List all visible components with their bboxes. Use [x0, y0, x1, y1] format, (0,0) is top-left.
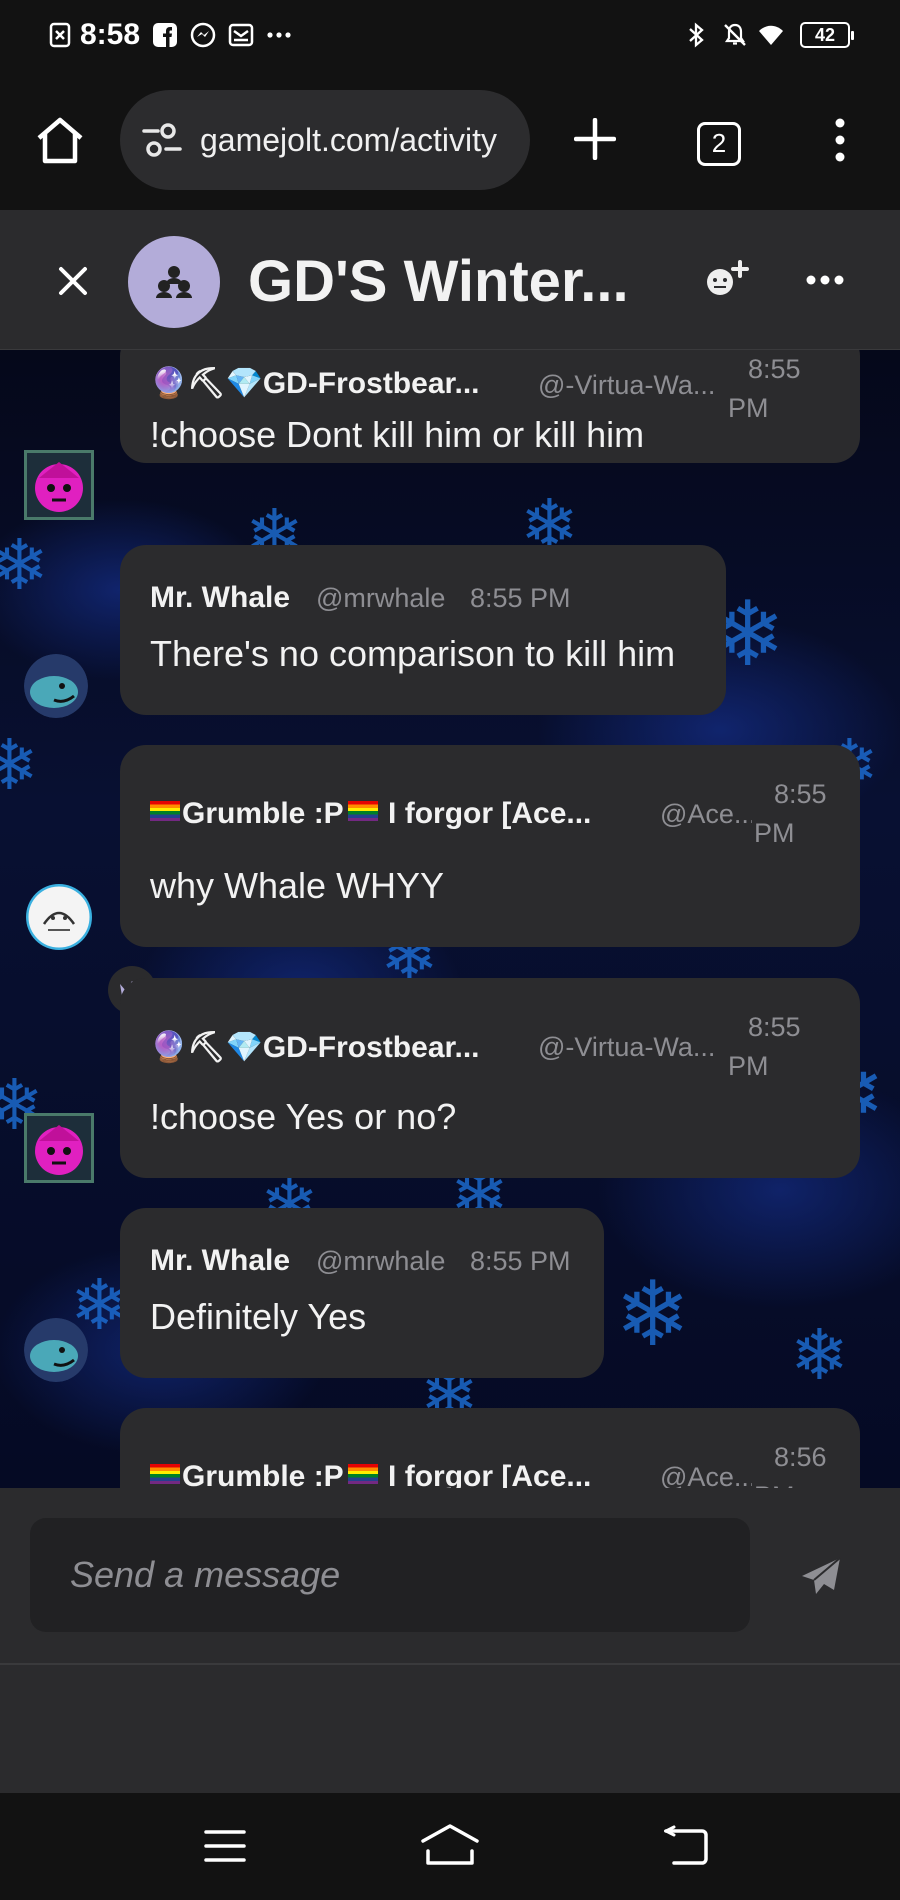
message-bubble[interactable]: 🔮⛏💎GD-Frostbear... @-Virtua-Wa... 8:55 PM… — [120, 978, 860, 1178]
recent-apps-icon[interactable] — [204, 1828, 246, 1864]
avatar[interactable] — [24, 1113, 94, 1183]
message-time: 8:55 PM — [470, 1246, 571, 1276]
message-author[interactable]: Grumble :P I forgor [Ace... — [150, 1460, 591, 1488]
status-bar: 8:58 42 — [0, 0, 900, 70]
send-icon[interactable] — [800, 1556, 842, 1596]
message-author[interactable]: Mr. Whale — [150, 581, 290, 615]
close-icon[interactable] — [58, 266, 88, 296]
bluetooth-icon — [689, 22, 704, 48]
message-input[interactable] — [30, 1518, 750, 1632]
pride-flag-icon — [150, 801, 180, 821]
avatar[interactable] — [24, 450, 94, 520]
message-time: 8:56PM — [754, 1442, 827, 1488]
message-text: There's no comparison to kill him — [150, 633, 676, 674]
message-bubble[interactable]: Grumble :P I forgor [Ace... @Ace... 8:55… — [120, 745, 860, 947]
address-bar[interactable]: gamejolt.com/activity — [120, 90, 530, 190]
message-bubble[interactable]: 🔮⛏💎GD-Frostbear... @-Virtua-Wa... 8:55 PM… — [120, 350, 860, 463]
message-handle[interactable]: @-Virtua-Wa... — [538, 370, 723, 401]
message-composer — [0, 1488, 900, 1665]
snowflake-decoration-icon: ❄ — [790, 1316, 849, 1394]
message-time: 8:55 PM — [754, 779, 827, 848]
add-member-icon[interactable] — [704, 260, 750, 300]
home-button-icon[interactable] — [420, 1823, 480, 1867]
pickaxe-icon: ⛏ — [187, 1031, 226, 1064]
url-text: gamejolt.com/activity — [200, 122, 497, 158]
message-time: 8:55 PM — [470, 583, 571, 613]
message-time: 8:55 PM — [728, 354, 801, 423]
message-author[interactable]: 🔮⛏💎GD-Frostbear... — [150, 366, 480, 401]
gem-icon: 💎 — [225, 367, 263, 400]
browser-toolbar: gamejolt.com/activity 2 — [0, 70, 900, 210]
battery-indicator: 42 — [800, 22, 854, 48]
avatar[interactable] — [24, 1318, 88, 1382]
more-dots-icon — [267, 32, 291, 38]
pride-flag-icon — [347, 801, 378, 821]
group-members-icon — [156, 266, 192, 298]
tab-switcher-button[interactable]: 2 — [697, 122, 741, 166]
message-author[interactable]: Mr. Whale — [150, 1244, 290, 1278]
messenger-icon — [190, 22, 216, 48]
message-time: 8:55 PM — [728, 1012, 801, 1081]
browser-menu-icon[interactable] — [828, 118, 852, 162]
avatar[interactable] — [26, 884, 92, 950]
mail-icon — [228, 23, 254, 47]
snowflake-decoration-icon: ❄ — [0, 526, 49, 604]
wifi-icon — [759, 25, 783, 45]
screenshot-icon — [49, 22, 71, 48]
gem-icon: 💎 — [225, 1031, 263, 1064]
message-handle[interactable]: @Ace... — [660, 799, 752, 830]
crystal-ball-icon: 🔮 — [150, 1031, 188, 1064]
message-text: why Whale WHYY — [150, 865, 445, 906]
message-author[interactable]: Grumble :P I forgor [Ace... — [150, 797, 591, 831]
crystal-ball-icon: 🔮 — [150, 367, 188, 400]
status-time: 8:58 — [80, 18, 141, 51]
avatar[interactable] — [24, 654, 88, 718]
pride-flag-icon — [150, 1464, 180, 1484]
new-tab-icon[interactable] — [574, 118, 616, 160]
message-handle[interactable]: @mrwhale — [316, 583, 445, 614]
back-icon[interactable] — [664, 1825, 708, 1865]
pride-flag-icon — [347, 1464, 378, 1484]
snowflake-decoration-icon: ❄ — [0, 726, 39, 804]
message-text: !choose Yes or no? — [150, 1096, 457, 1137]
message-handle[interactable]: @mrwhale — [316, 1246, 445, 1277]
message-text: Definitely Yes — [150, 1296, 367, 1337]
message-handle[interactable]: @Ace... — [660, 1462, 752, 1488]
message-handle[interactable]: @-Virtua-Wa... — [538, 1032, 723, 1063]
chat-title: GD'S Winter... — [248, 249, 629, 314]
mute-icon — [724, 23, 746, 46]
keyboard-spacer — [0, 1665, 900, 1793]
home-icon[interactable] — [34, 116, 86, 164]
site-settings-icon[interactable] — [142, 122, 182, 158]
message-text: !choose Dont kill him or kill him — [150, 414, 645, 455]
message-bubble[interactable]: Mr. Whale @mrwhale 8:55 PM Definitely Ye… — [120, 1208, 604, 1378]
chat-options-icon[interactable] — [806, 274, 844, 286]
chat-header: GD'S Winter... — [0, 210, 900, 350]
pickaxe-icon: ⛏ — [187, 367, 226, 400]
message-bubble[interactable]: Grumble :P I forgor [Ace... @Ace... 8:56… — [120, 1408, 860, 1488]
chat-message-list[interactable]: ❄ ❄ ❄ ❄ ❄ ❄ ❄ ❄ ❄ ❄ ❄ ❄ ❄ ❄ ❄ 🔮⛏💎GD-Fros… — [0, 350, 900, 1488]
snowflake-decoration-icon: ❄ — [615, 1265, 691, 1365]
system-navigation-bar — [0, 1793, 900, 1900]
group-avatar[interactable] — [128, 236, 220, 328]
message-bubble[interactable]: Mr. Whale @mrwhale 8:55 PM There's no co… — [120, 545, 726, 715]
facebook-icon — [153, 23, 177, 47]
message-author[interactable]: 🔮⛏💎GD-Frostbear... — [150, 1030, 480, 1065]
